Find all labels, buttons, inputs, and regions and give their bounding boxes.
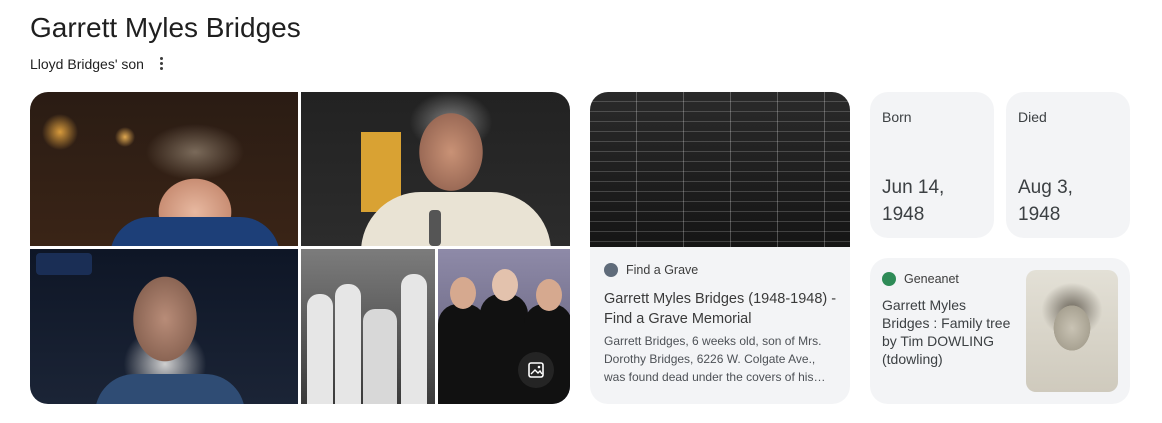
logo (36, 253, 92, 275)
died-card[interactable]: Died Aug 3, 1948 (1006, 92, 1130, 238)
more-options-icon[interactable] (158, 55, 165, 72)
subtitle: Lloyd Bridges' son (30, 55, 144, 72)
geneanet-source: Geneanet (882, 272, 959, 286)
geneanet-title[interactable]: Garrett Myles Bridges : Family tree by T… (882, 296, 1017, 368)
image-tile-beau-bridges[interactable] (30, 92, 298, 246)
page-title: Garrett Myles Bridges (30, 12, 301, 43)
born-value: Jun 14, 1948 (882, 177, 945, 225)
death-certificate-image (590, 92, 850, 247)
geneanet-favicon-icon (882, 272, 896, 286)
died-label: Died (1018, 109, 1047, 125)
subtitle-row: Lloyd Bridges' son (30, 55, 165, 72)
image-search-icon[interactable] (518, 352, 554, 388)
image-tile-jeff-bridges-comic-con[interactable] (301, 92, 570, 246)
born-label: Born (882, 109, 912, 125)
geneanet-portrait-image (1026, 270, 1118, 392)
find-a-grave-snippet: Garrett Bridges, 6 weeks old, son of Mrs… (604, 334, 826, 384)
born-card[interactable]: Born Jun 14, 1948 (870, 92, 994, 238)
image-tile-tuxedo[interactable] (438, 249, 570, 404)
find-a-grave-card[interactable]: Find a Grave Garrett Myles Bridges (1948… (590, 92, 850, 404)
image-grid (30, 92, 570, 404)
find-a-grave-source: Find a Grave (604, 263, 698, 277)
image-tile-family[interactable] (301, 249, 435, 404)
find-a-grave-title[interactable]: Garrett Myles Bridges (1948-1948) - Find… (604, 289, 840, 329)
died-value: Aug 3, 1948 (1018, 177, 1073, 225)
image-tile-jeff-bridges-portrait[interactable] (30, 249, 298, 404)
find-a-grave-favicon-icon (604, 263, 618, 277)
geneanet-card[interactable]: Geneanet Garrett Myles Bridges : Family … (870, 258, 1130, 404)
